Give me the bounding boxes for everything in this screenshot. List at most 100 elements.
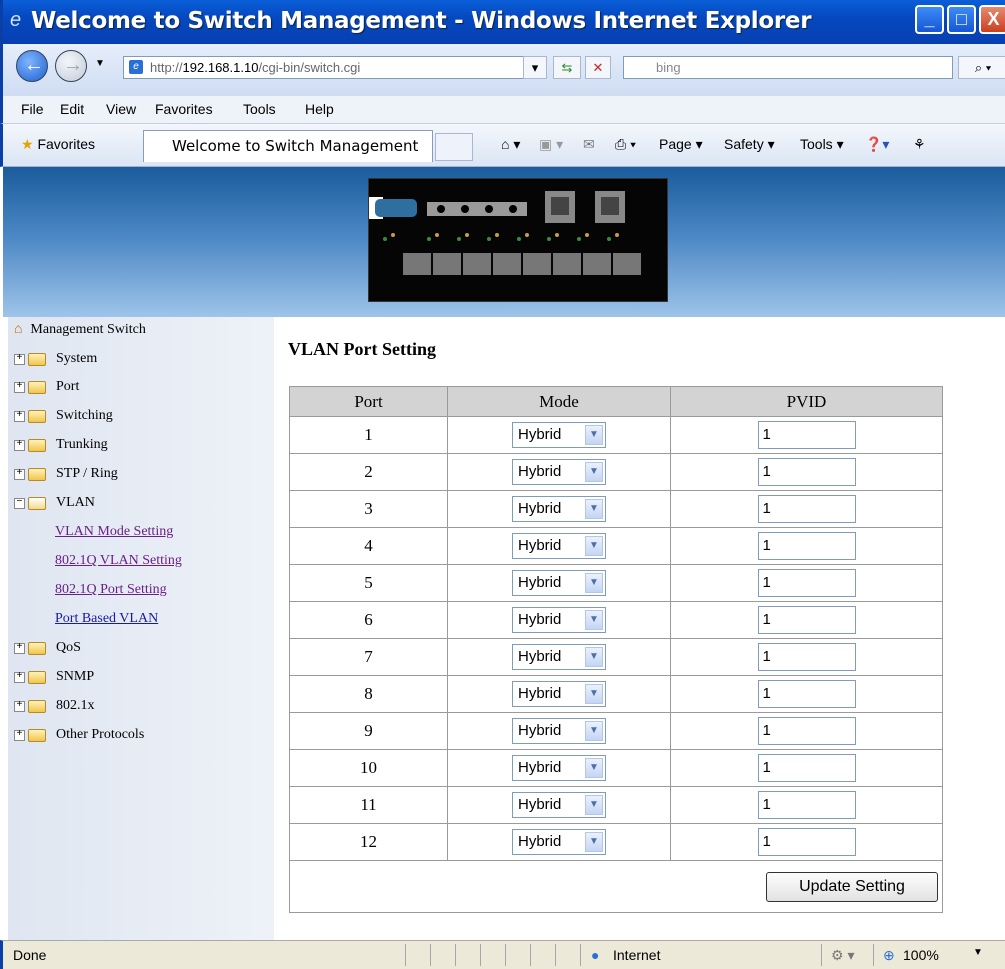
link-8021q-port-setting[interactable]: 802.1Q Port Setting bbox=[55, 579, 167, 601]
chevron-down-icon[interactable]: ▼ bbox=[585, 795, 603, 815]
expand-icon[interactable]: + bbox=[14, 729, 25, 741]
menu-tools[interactable]: Tools bbox=[243, 101, 276, 117]
chevron-down-icon[interactable]: ▼ bbox=[585, 684, 603, 704]
pvid-input[interactable]: 1 bbox=[757, 791, 856, 819]
back-button[interactable]: ← bbox=[16, 50, 48, 82]
pvid-input[interactable]: 1 bbox=[757, 532, 856, 560]
mail-icon[interactable]: ✉ bbox=[583, 136, 595, 153]
sidebar-root[interactable]: ⌂ Management Switch bbox=[14, 319, 146, 341]
pvid-input[interactable]: 1 bbox=[757, 606, 856, 634]
pvid-input[interactable]: 1 bbox=[757, 717, 856, 745]
menu-edit[interactable]: Edit bbox=[60, 101, 84, 117]
sidebar-item-qos[interactable]: + QoS bbox=[14, 637, 81, 659]
mode-select[interactable]: Hybrid ▼ bbox=[512, 533, 606, 559]
chevron-down-icon[interactable]: ▼ bbox=[585, 832, 603, 852]
menu-help[interactable]: Help bbox=[305, 101, 334, 117]
favorites-bar: ★ Favorites Welcome to Switch Management… bbox=[0, 124, 1005, 167]
update-setting-button[interactable]: Update Setting bbox=[766, 871, 938, 902]
mode-select[interactable]: Hybrid ▼ bbox=[512, 570, 606, 596]
feeds-icon[interactable]: ▣ ▾ bbox=[539, 136, 563, 153]
stop-icon[interactable]: ✕ bbox=[585, 56, 611, 79]
chevron-down-icon[interactable]: ▼ bbox=[585, 647, 603, 667]
favorites-button[interactable]: ★ Favorites bbox=[21, 136, 95, 153]
pvid-input[interactable]: 1 bbox=[757, 495, 856, 523]
sidebar-item-stp-ring[interactable]: + STP / Ring bbox=[14, 463, 118, 485]
pvid-input[interactable]: 1 bbox=[757, 643, 856, 671]
table-row: 1 Hybrid ▼ 1 bbox=[289, 416, 943, 454]
pvid-input[interactable]: 1 bbox=[757, 569, 856, 597]
sidebar-item-snmp[interactable]: + SNMP bbox=[14, 666, 94, 688]
close-button[interactable]: X bbox=[979, 5, 1005, 34]
new-tab-button[interactable] bbox=[435, 133, 473, 161]
chevron-down-icon[interactable]: ▼ bbox=[585, 499, 603, 519]
research-icon[interactable]: ⚘ bbox=[913, 136, 926, 153]
address-dropdown-button[interactable]: ▾ bbox=[523, 56, 547, 79]
mode-select[interactable]: Hybrid ▼ bbox=[512, 792, 606, 818]
sidebar-item-other-protocols[interactable]: + Other Protocols bbox=[14, 724, 144, 746]
link-vlan-mode-setting[interactable]: VLAN Mode Setting bbox=[55, 521, 173, 543]
zoom-dropdown-icon[interactable]: ▼ bbox=[973, 947, 983, 958]
menu-view[interactable]: View bbox=[106, 101, 136, 117]
mode-select[interactable]: Hybrid ▼ bbox=[512, 496, 606, 522]
help-icon[interactable]: ❓▾ bbox=[865, 136, 889, 153]
pvid-input[interactable]: 1 bbox=[757, 828, 856, 856]
expand-icon[interactable]: + bbox=[14, 381, 25, 393]
expand-icon[interactable]: + bbox=[14, 468, 25, 480]
chevron-down-icon[interactable]: ▼ bbox=[585, 425, 603, 445]
tab-active[interactable]: Welcome to Switch Management bbox=[143, 130, 433, 162]
minimize-button[interactable]: _ bbox=[915, 5, 944, 34]
port-cell: 5 bbox=[289, 564, 448, 602]
protected-mode-icon[interactable]: ⚙ ▾ bbox=[831, 947, 854, 964]
page-menu[interactable]: Page ▾ bbox=[659, 136, 703, 153]
sidebar-item-8021x[interactable]: +802.1x bbox=[14, 695, 95, 717]
mode-select[interactable]: Hybrid ▼ bbox=[512, 829, 606, 855]
chevron-down-icon[interactable]: ▼ bbox=[585, 536, 603, 556]
pvid-input[interactable]: 1 bbox=[757, 754, 856, 782]
sidebar-item-trunking[interactable]: + Trunking bbox=[14, 434, 108, 456]
expand-icon[interactable]: + bbox=[14, 439, 25, 451]
pvid-input[interactable]: 1 bbox=[757, 421, 856, 449]
expand-icon[interactable]: + bbox=[14, 353, 25, 365]
mode-select[interactable]: Hybrid ▼ bbox=[512, 459, 606, 485]
chevron-down-icon[interactable]: ▼ bbox=[585, 758, 603, 778]
mode-select[interactable]: Hybrid ▼ bbox=[512, 718, 606, 744]
link-8021q-vlan-setting[interactable]: 802.1Q VLAN Setting bbox=[55, 550, 182, 572]
chevron-down-icon[interactable]: ▼ bbox=[585, 610, 603, 630]
sidebar-item-switching[interactable]: + Switching bbox=[14, 405, 113, 427]
chevron-down-icon[interactable]: ▼ bbox=[585, 573, 603, 593]
zoom-icon[interactable]: ⊕ bbox=[883, 947, 895, 964]
expand-icon[interactable]: + bbox=[14, 410, 25, 422]
zoom-level[interactable]: 100% bbox=[903, 947, 939, 963]
forward-button[interactable]: → bbox=[55, 50, 87, 82]
safety-menu[interactable]: Safety ▾ bbox=[724, 136, 775, 153]
menu-favorites[interactable]: Favorites bbox=[155, 101, 213, 117]
mode-select[interactable]: Hybrid ▼ bbox=[512, 607, 606, 633]
pvid-input[interactable]: 1 bbox=[757, 680, 856, 708]
link-port-based-vlan[interactable]: Port Based VLAN bbox=[55, 608, 158, 630]
chevron-down-icon[interactable]: ▼ bbox=[585, 721, 603, 741]
expand-icon[interactable]: + bbox=[14, 700, 25, 712]
collapse-icon[interactable]: − bbox=[14, 497, 25, 509]
tools-menu[interactable]: Tools ▾ bbox=[800, 136, 844, 153]
history-dropdown-icon[interactable]: ▼ bbox=[95, 58, 105, 69]
sidebar-item-port[interactable]: + Port bbox=[14, 376, 79, 398]
refresh-icon[interactable]: ⇆ bbox=[553, 56, 581, 79]
chevron-down-icon[interactable]: ▼ bbox=[585, 462, 603, 482]
sidebar-item-vlan[interactable]: −VLAN Mode SettingVLAN bbox=[14, 492, 95, 514]
search-input[interactable]: bing bbox=[623, 56, 953, 79]
mode-select[interactable]: Hybrid ▼ bbox=[512, 644, 606, 670]
menu-file[interactable]: File bbox=[21, 101, 44, 117]
address-field[interactable]: e http://192.168.1.10/cgi-bin/switch.cgi bbox=[123, 56, 547, 79]
search-icon[interactable]: ⌕ ▾ bbox=[958, 56, 1005, 79]
pvid-input[interactable]: 1 bbox=[757, 458, 856, 486]
folder-icon bbox=[28, 699, 46, 713]
home-icon[interactable]: ⌂ ▾ bbox=[501, 136, 520, 153]
mode-select[interactable]: Hybrid ▼ bbox=[512, 422, 606, 448]
maximize-button[interactable]: □ bbox=[947, 5, 976, 34]
expand-icon[interactable]: + bbox=[14, 642, 25, 654]
print-icon[interactable]: ⎙ ▾ bbox=[615, 136, 636, 153]
expand-icon[interactable]: + bbox=[14, 671, 25, 683]
sidebar-item-system[interactable]: + System bbox=[14, 348, 97, 370]
mode-select[interactable]: Hybrid ▼ bbox=[512, 755, 606, 781]
mode-select[interactable]: Hybrid ▼ bbox=[512, 681, 606, 707]
